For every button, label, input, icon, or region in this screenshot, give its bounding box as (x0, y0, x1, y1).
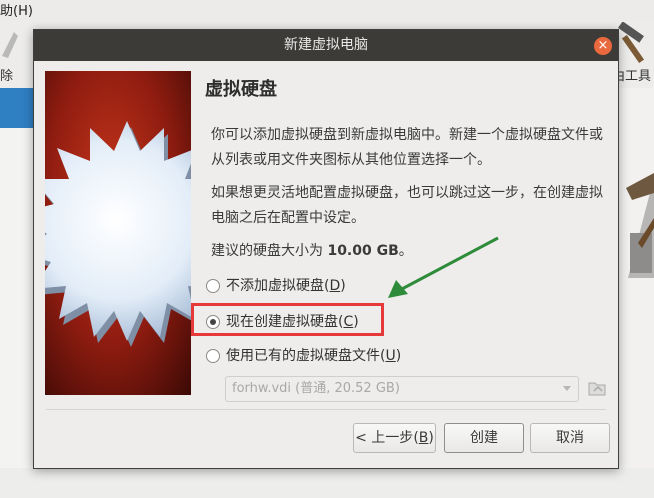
wizard-illustration (45, 71, 191, 395)
close-icon: × (597, 38, 609, 53)
background-tool-icon[interactable] (0, 28, 30, 68)
radio-no-disk[interactable] (206, 279, 220, 293)
background-menu-help[interactable]: 助(H) (0, 0, 33, 19)
option-no-disk-label: 不添加虚拟硬盘(D) (226, 278, 346, 294)
folder-icon[interactable] (587, 377, 607, 399)
starburst-illustration (45, 71, 191, 395)
background-vm-list (0, 128, 34, 498)
cancel-button[interactable]: 取消 (530, 423, 610, 453)
radio-existing-disk[interactable] (206, 349, 220, 363)
dialog-title: 新建虚拟电脑 (284, 37, 368, 53)
option-existing-disk-label: 使用已有的虚拟硬盘文件(U) (226, 348, 402, 364)
background-menubar: 助(H) (0, 0, 654, 21)
background-bottom-area (0, 468, 654, 498)
dialog-titlebar[interactable]: 新建虚拟电脑 (34, 30, 618, 61)
close-button[interactable]: × (594, 37, 612, 55)
annotation-arrow-icon (388, 236, 499, 298)
new-vm-dialog: 新建虚拟电脑 × 虚拟硬盘 你可以添加虚拟硬盘到新虚拟电脑中。新建一个虚拟硬盘文… (33, 29, 619, 469)
annotation-highlight-box (191, 303, 384, 336)
hint-text: 如果想更灵活地配置虚拟硬盘，也可以跳过这一步，在创建虚拟电脑之后在配置中设定。 (211, 185, 603, 226)
background-selected-vm[interactable] (0, 88, 34, 128)
chevron-down-icon (563, 386, 571, 391)
back-button[interactable]: < 上一步(B) (353, 423, 436, 453)
recommended-size-prefix: 建议的硬盘大小为 (211, 243, 328, 259)
create-button[interactable]: 创建 (444, 423, 524, 453)
background-hammer-illustration (626, 173, 654, 278)
page-heading: 虚拟硬盘 (205, 79, 277, 100)
background-tools-panel (616, 88, 654, 498)
background-toolbar-label-delete[interactable]: 除 (0, 65, 13, 84)
description-text: 你可以添加虚拟硬盘到新虚拟电脑中。新建一个虚拟硬盘文件或从列表或用文件夹图标从其… (211, 127, 603, 168)
button-separator (46, 409, 606, 410)
existing-disk-select[interactable]: forhw.vdi (普通, 20.52 GB) (225, 376, 579, 402)
existing-disk-select-value: forhw.vdi (普通, 20.52 GB) (232, 381, 400, 396)
